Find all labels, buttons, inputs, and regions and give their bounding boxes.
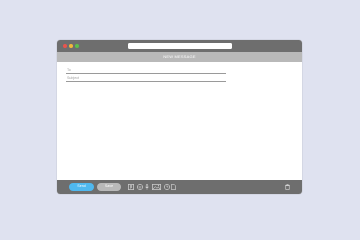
send-button[interactable]: Send [69,183,94,191]
to-placeholder: To [67,68,71,72]
image-icon[interactable] [152,184,161,190]
document-icon[interactable] [171,184,176,190]
to-field[interactable]: To [66,67,226,74]
compose-title: NEW MESSAGE [163,54,196,59]
save-button[interactable]: Save [97,183,121,191]
attachment-icon[interactable] [128,184,134,190]
close-window-button[interactable] [63,44,67,48]
emoji-icon[interactable] [137,184,143,190]
minimize-window-button[interactable] [69,44,73,48]
title-bar [57,40,302,52]
compose-header: NEW MESSAGE [57,52,302,62]
email-compose-window: NEW MESSAGE To Subject Send Save [57,40,302,194]
compose-toolbar: Send Save [57,180,302,194]
trash-icon[interactable] [285,184,290,190]
maximize-window-button[interactable] [75,44,79,48]
subject-field[interactable]: Subject [66,75,226,82]
address-bar[interactable] [128,43,232,49]
microphone-icon[interactable] [145,184,149,190]
clock-icon[interactable] [164,184,170,190]
subject-placeholder: Subject [67,76,79,80]
